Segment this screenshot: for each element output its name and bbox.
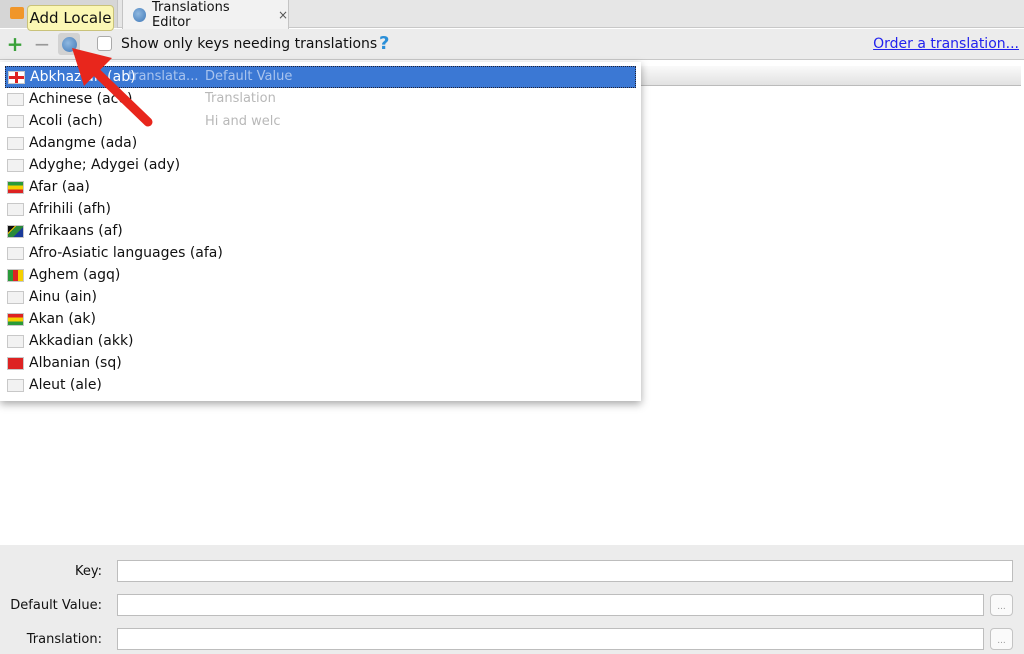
locale-label: Albanian (sq) — [29, 355, 122, 371]
locale-item-partial[interactable] — [5, 396, 636, 401]
locale-label: Aghem (agq) — [29, 267, 121, 283]
locale-item[interactable]: Ainu (ain) — [5, 286, 636, 308]
blank-flag-icon — [7, 158, 24, 172]
blank-flag-icon — [7, 246, 24, 260]
locale-item[interactable]: Afrikaans (af) — [5, 220, 636, 242]
default-value-field[interactable] — [117, 594, 984, 616]
locale-label: Afar (aa) — [29, 179, 90, 195]
albania-flag-icon — [7, 356, 24, 370]
locale-item[interactable]: Afrihili (afh) — [5, 198, 636, 220]
locale-label: Afrikaans (af) — [29, 223, 123, 239]
default-value-more-button[interactable]: ... — [990, 594, 1013, 616]
locale-label: Afro-Asiatic languages (afa) — [29, 245, 223, 261]
locale-label: Akkadian (akk) — [29, 333, 134, 349]
translation-field[interactable] — [117, 628, 984, 650]
south-africa-flag-icon — [7, 224, 24, 238]
locale-item[interactable]: Akan (ak) — [5, 308, 636, 330]
locale-item[interactable]: Albanian (sq) — [5, 352, 636, 374]
key-label: Key: — [74, 564, 102, 579]
key-field[interactable] — [117, 560, 1013, 582]
red-arrow-annotation — [72, 48, 153, 127]
locale-label: Aleut (ale) — [29, 377, 102, 393]
locale-item[interactable]: Akkadian (akk) — [5, 330, 636, 352]
locale-item[interactable]: Afro-Asiatic languages (afa) — [5, 242, 636, 264]
locale-label: Adyghe; Adygei (ady) — [29, 157, 181, 173]
blank-flag-icon — [7, 290, 24, 304]
key-editor-panel: Key: Default Value: ... Translation: ... — [0, 545, 1024, 654]
blank-flag-icon — [7, 202, 24, 216]
default-value-label: Default Value: — [10, 598, 102, 613]
cameroon-flag-icon — [7, 268, 24, 282]
blank-flag-icon — [7, 334, 24, 348]
locale-item[interactable]: Afar (aa) — [5, 176, 636, 198]
locale-label: Afrihili (afh) — [29, 201, 111, 217]
order-translation-link[interactable]: Order a translation... — [873, 36, 1019, 52]
translation-more-button[interactable]: ... — [990, 628, 1013, 650]
locale-item[interactable]: Aleut (ale) — [5, 374, 636, 396]
help-icon[interactable]: ? — [379, 33, 389, 54]
locale-item[interactable]: Aghem (agq) — [5, 264, 636, 286]
ghana-flag-icon — [7, 312, 24, 326]
locale-label: Akan (ak) — [29, 311, 96, 327]
close-tab-icon[interactable]: × — [278, 8, 288, 22]
locale-label: Ainu (ain) — [29, 289, 97, 305]
ethiopia-flag-icon — [7, 180, 24, 194]
translation-label: Translation: — [26, 632, 102, 647]
locale-item[interactable]: Adyghe; Adygei (ady) — [5, 154, 636, 176]
blank-flag-icon — [7, 400, 24, 401]
blank-flag-icon — [7, 378, 24, 392]
